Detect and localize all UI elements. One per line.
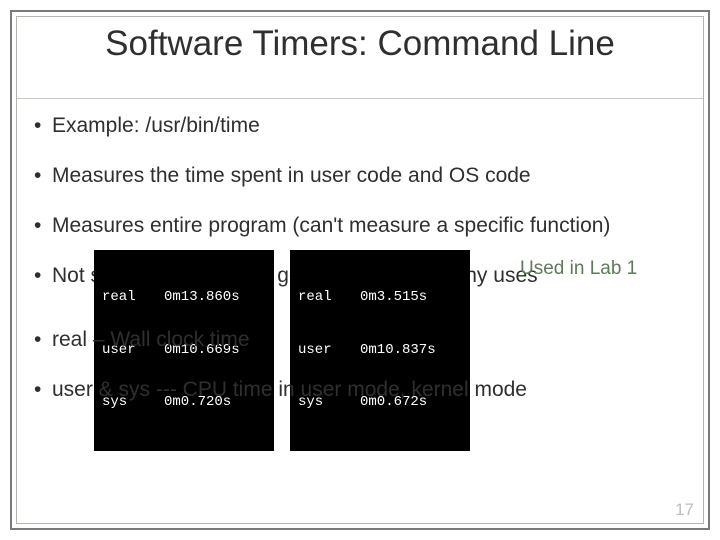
bullet-real: real – Wall clock time [34, 328, 690, 352]
bullet-entire-program: Measures entire program (can't measure a… [34, 214, 690, 238]
lab-note: Used in Lab 1 [520, 258, 660, 281]
term2-real-value: 0m3.515s [360, 289, 427, 307]
slide: Software Timers: Command Line Example: /… [0, 0, 720, 540]
term2-real-label: real [298, 289, 360, 307]
term1-real-label: real [102, 289, 164, 307]
bullet-example: Example: /usr/bin/time [34, 114, 690, 138]
page-number: 17 [675, 500, 694, 520]
title-divider [17, 98, 703, 99]
slide-title: Software Timers: Command Line [0, 24, 720, 64]
bullet-user-sys: user & sys --- CPU time in user mode, ke… [34, 378, 690, 402]
bullet-measures-code: Measures the time spent in user code and… [34, 164, 690, 188]
term1-real-value: 0m13.860s [164, 289, 240, 307]
lower-bullets: real – Wall clock time user & sys --- CP… [34, 328, 690, 428]
